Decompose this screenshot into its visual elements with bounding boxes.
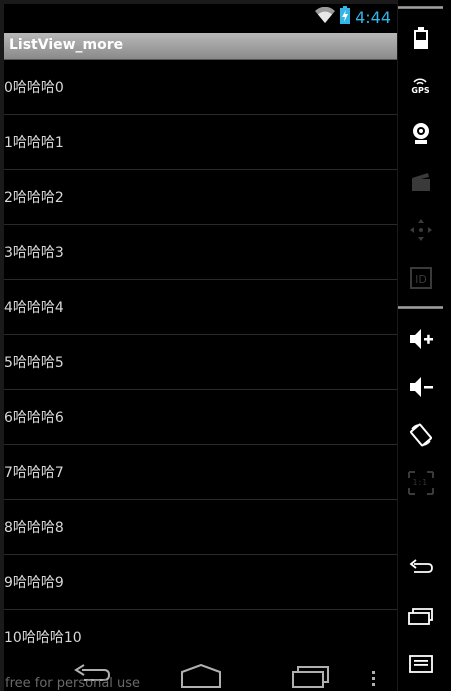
list-view[interactable]: 0哈哈哈0 1哈哈哈1 2哈哈哈2 3哈哈哈3 4哈哈哈4 5哈哈哈5 6哈哈哈… (4, 60, 397, 665)
rotate-icon[interactable] (398, 415, 443, 455)
menu-icon[interactable] (398, 644, 443, 684)
list-item-label: 5哈哈哈5 (4, 355, 64, 371)
list-item[interactable]: 8哈哈哈8 (4, 500, 397, 555)
gps-icon[interactable]: GPS (398, 66, 443, 106)
list-item-label: 1哈哈哈1 (4, 135, 64, 151)
emulator-sidebar: GPS ID 1:1 (398, 0, 451, 691)
gps-label: GPS (411, 85, 430, 95)
list-item-label: 6哈哈哈6 (4, 410, 64, 426)
device-screen: 4:44 ListView_more 0哈哈哈0 1哈哈哈1 2哈哈哈2 3哈哈… (4, 4, 397, 691)
divider (398, 6, 443, 9)
watermark-text: free for personal use (5, 676, 141, 691)
divider (398, 306, 443, 309)
battery-charging-icon (340, 6, 351, 28)
status-bar: 4:44 (4, 4, 397, 29)
list-item-label: 10哈哈哈10 (4, 630, 82, 646)
scale-label: 1:1 (412, 478, 427, 487)
webcam-icon[interactable] (398, 114, 443, 154)
list-item-label: 9哈哈哈9 (4, 575, 64, 591)
list-item[interactable]: 9哈哈哈9 (4, 555, 397, 610)
dpad-icon[interactable] (398, 210, 443, 250)
home-icon[interactable] (179, 663, 223, 691)
list-item[interactable]: 4哈哈哈4 (4, 280, 397, 335)
list-item[interactable]: 0哈哈哈0 (4, 60, 397, 115)
app-title: ListView_more (9, 37, 124, 53)
list-item-label: 7哈哈哈7 (4, 465, 64, 481)
list-item[interactable]: 1哈哈哈1 (4, 115, 397, 170)
overflow-menu-icon[interactable] (370, 670, 378, 691)
list-item-label: 8哈哈哈8 (4, 520, 64, 536)
list-item[interactable]: 6哈哈哈6 (4, 390, 397, 445)
list-item[interactable]: 3哈哈哈3 (4, 225, 397, 280)
volume-down-icon[interactable] (398, 367, 443, 407)
battery-icon[interactable] (398, 18, 443, 58)
list-item[interactable]: 5哈哈哈5 (4, 335, 397, 390)
recent-apps-icon[interactable] (398, 596, 443, 636)
back-icon[interactable] (398, 548, 443, 588)
id-icon[interactable]: ID (398, 258, 443, 298)
scale-icon[interactable]: 1:1 (398, 463, 443, 503)
video-capture-icon[interactable] (398, 162, 443, 202)
volume-up-icon[interactable] (398, 319, 443, 359)
list-item-label: 4哈哈哈4 (4, 300, 64, 316)
list-item-label: 0哈哈哈0 (4, 80, 64, 96)
action-bar: ListView_more (4, 33, 397, 60)
wifi-icon (315, 6, 336, 27)
list-item-label: 2哈哈哈2 (4, 190, 64, 206)
recent-apps-icon[interactable] (291, 664, 331, 691)
list-item[interactable]: 7哈哈哈7 (4, 445, 397, 500)
id-label: ID (415, 273, 427, 286)
list-item-label: 3哈哈哈3 (4, 245, 64, 261)
list-item[interactable]: 2哈哈哈2 (4, 170, 397, 225)
status-time: 4:44 (355, 7, 391, 27)
